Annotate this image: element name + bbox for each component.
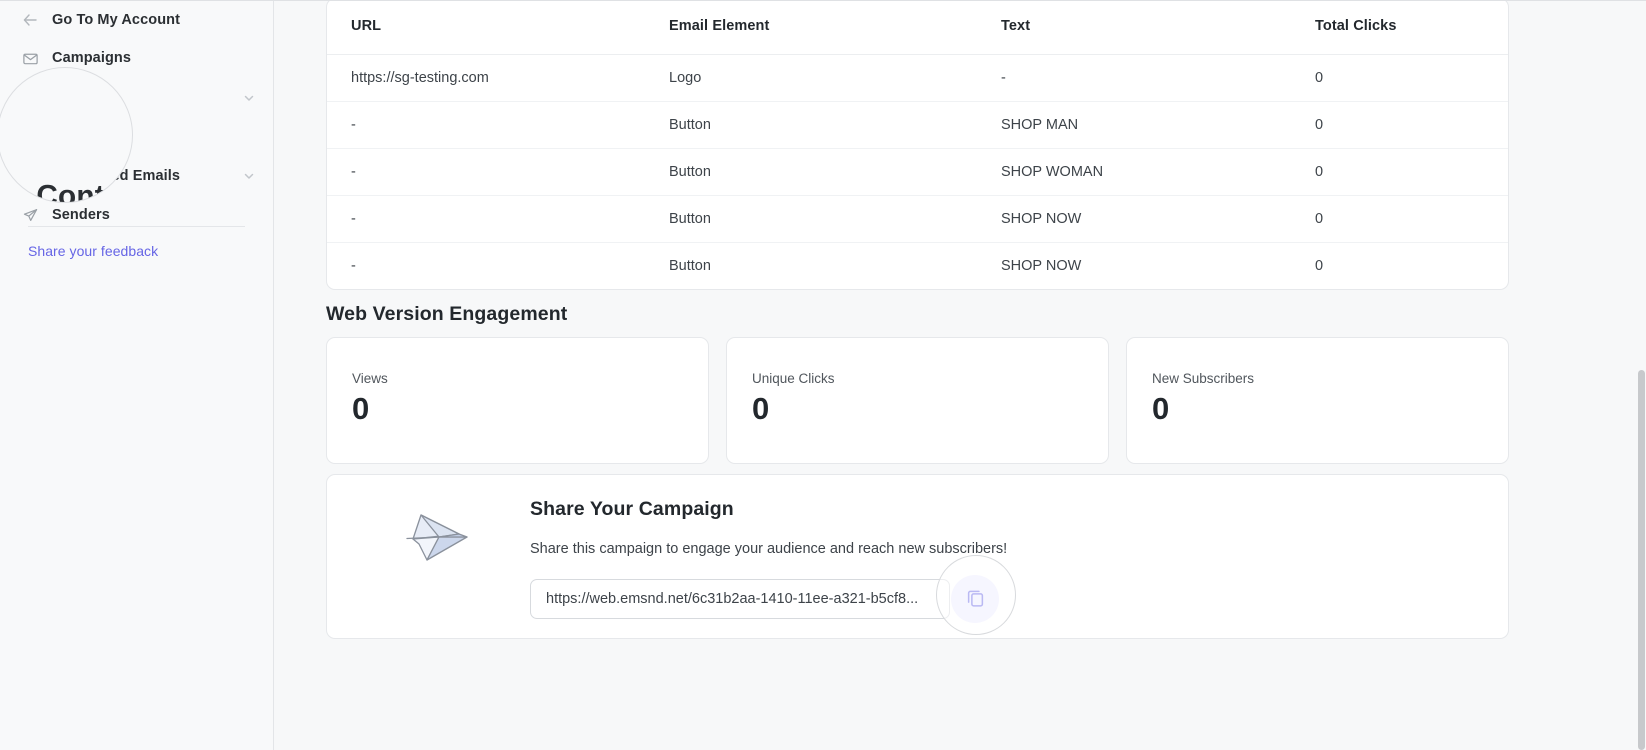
- clicked-links-table-card: URL Email Element Text Total Clicks http…: [326, 0, 1509, 290]
- stat-card-views: Views 0: [326, 337, 709, 464]
- copy-link-button[interactable]: [951, 575, 999, 623]
- column-header-total-clicks[interactable]: Total Clicks: [1291, 0, 1508, 55]
- cell-element: Button: [645, 195, 977, 243]
- cell-element: Button: [645, 101, 977, 149]
- share-feedback-link[interactable]: Share your feedback: [28, 243, 158, 259]
- cell-clicks: 0: [1291, 195, 1508, 243]
- main-content: URL Email Element Text Total Clicks http…: [274, 0, 1646, 750]
- cell-clicks: 0: [1291, 101, 1508, 149]
- stat-value: 0: [352, 391, 370, 426]
- cell-url: https://sg-testing.com: [327, 54, 645, 102]
- cell-element: Button: [669, 257, 711, 274]
- envelope-icon: [20, 48, 40, 68]
- stat-label: Views: [352, 371, 388, 386]
- cell-clicks: 0: [1315, 257, 1324, 274]
- column-header-url[interactable]: URL: [327, 0, 645, 55]
- cell-element: Logo: [645, 54, 977, 102]
- share-campaign-card: Share Your Campaign Share this campaign …: [326, 474, 1509, 639]
- campaign-analytics-page: Go To My Account Campaigns Contacts: [0, 0, 1646, 750]
- stat-value: 0: [752, 391, 770, 426]
- cell-text: SHOP MAN: [977, 101, 1291, 149]
- chevron-down-icon[interactable]: [242, 91, 256, 105]
- table-header: URL Email Element Text Total Clicks: [327, 0, 1508, 55]
- window-top-divider: [0, 0, 1646, 1]
- column-header-text[interactable]: Text: [977, 0, 1291, 55]
- sidebar-item-label: Senders: [52, 207, 110, 223]
- table-row: - Button SHOP NOW 0: [327, 242, 1508, 289]
- senders-icon: [20, 205, 40, 225]
- table-row: - Button SHOP MAN 0: [327, 101, 1508, 149]
- share-campaign-title: Share Your Campaign: [530, 498, 734, 520]
- copy-icon: [965, 587, 986, 611]
- cell-text: SHOP NOW: [1001, 257, 1082, 274]
- cell-url: -: [327, 148, 645, 196]
- sidebar-back-to-account[interactable]: Go To My Account: [0, 3, 274, 37]
- stat-label: New Subscribers: [1152, 371, 1255, 386]
- sidebar-back-label: Go To My Account: [52, 12, 181, 28]
- cell-url: -: [327, 195, 645, 243]
- stat-card-unique-clicks: Unique Clicks 0: [726, 337, 1109, 464]
- share-url-input[interactable]: [530, 579, 950, 619]
- sidebar-divider: [28, 226, 245, 227]
- lens-sidebar-item-contacts: Contacts: [0, 163, 132, 203]
- cell-clicks: 0: [1291, 54, 1508, 102]
- stat-card-new-subscribers: New Subscribers 0: [1126, 337, 1509, 464]
- cell-text: SHOP WOMAN: [977, 148, 1291, 196]
- cell-text: -: [977, 54, 1291, 102]
- section-title-web-version-engagement: Web Version Engagement: [326, 303, 568, 325]
- sidebar-item-label: Campaigns: [52, 50, 132, 66]
- cell-url: -: [327, 101, 645, 149]
- table-header-row: URL Email Element Text Total Clicks: [327, 0, 1508, 55]
- table-body: https://sg-testing.com Logo - 0 - Button…: [327, 54, 1508, 289]
- stat-value: 0: [1152, 391, 1170, 426]
- magnifier-lens-content: Contacts Analytics: [0, 68, 132, 203]
- table-row: - Button SHOP NOW 0: [327, 195, 1508, 243]
- contacts-icon: [0, 177, 12, 202]
- magnifier-lens: Contacts Analytics: [0, 67, 133, 203]
- paper-plane-icon: [399, 503, 475, 565]
- cell-text: SHOP NOW: [977, 195, 1291, 243]
- column-header-email-element[interactable]: Email Element: [645, 0, 977, 55]
- table-row: https://sg-testing.com Logo - 0: [327, 54, 1508, 102]
- table-row: - Button SHOP WOMAN 0: [327, 148, 1508, 196]
- cell-url: -: [351, 257, 356, 274]
- page-scrollbar-thumb[interactable]: [1638, 370, 1645, 750]
- cell-element: Button: [645, 148, 977, 196]
- arrow-left-icon: [20, 10, 40, 30]
- sidebar: Go To My Account Campaigns Contacts: [0, 0, 274, 750]
- cell-clicks: 0: [1291, 148, 1508, 196]
- lens-item-label: Contacts: [36, 181, 132, 203]
- chevron-down-icon[interactable]: [242, 169, 256, 183]
- stat-label: Unique Clicks: [752, 371, 835, 386]
- clicked-links-table: URL Email Element Text Total Clicks http…: [327, 0, 1508, 289]
- share-campaign-description: Share this campaign to engage your audie…: [530, 541, 1008, 557]
